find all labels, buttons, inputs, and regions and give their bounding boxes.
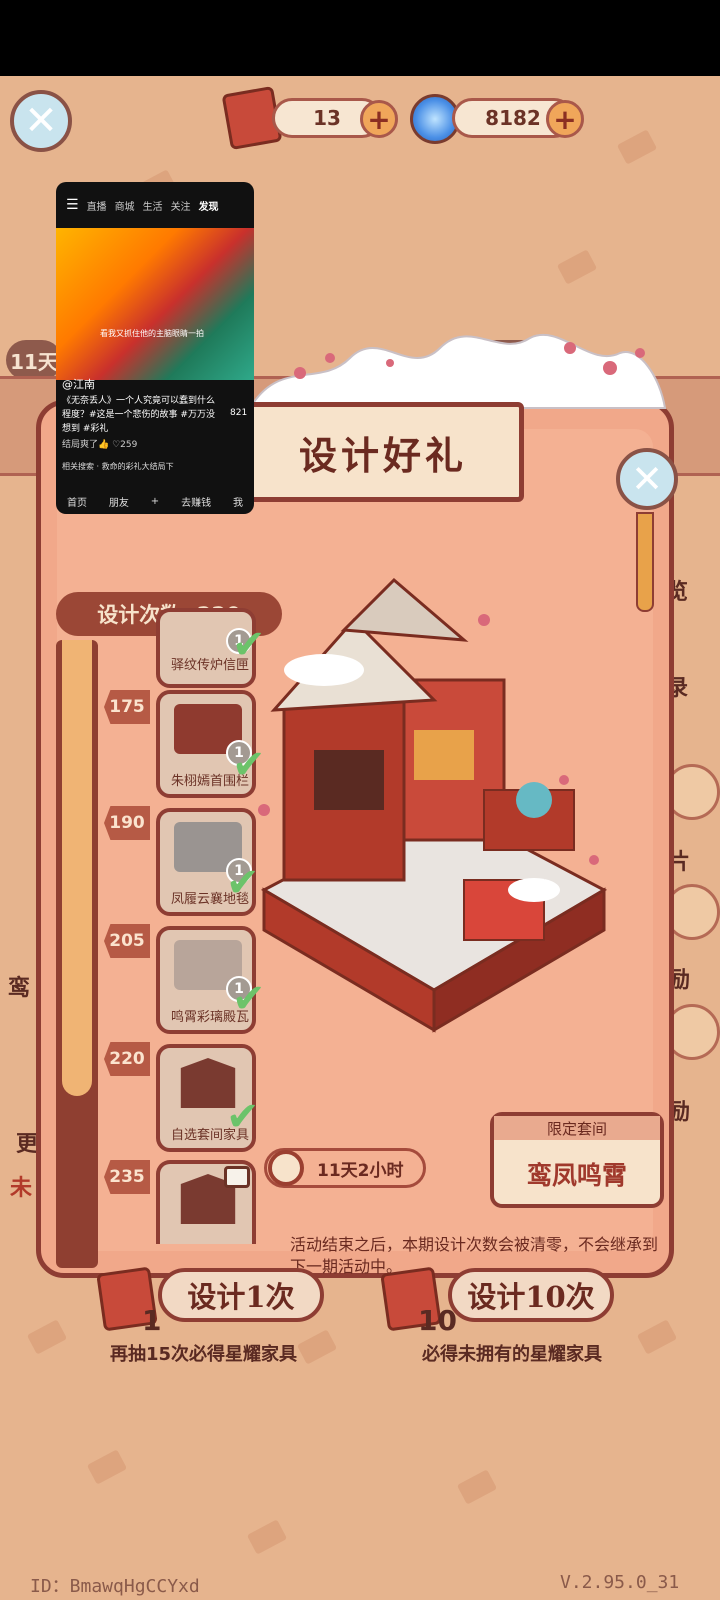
video-tab[interactable]: 商城 [115, 198, 135, 213]
close-icon: ✕ [24, 98, 58, 144]
draw-one-label: 设计1次 [187, 1280, 295, 1314]
video-player[interactable]: 看我又抓住他的主脑眼睛一拍 [56, 228, 254, 380]
bg-tab-left[interactable]: 11天 [6, 340, 62, 380]
video-subtitle: 看我又抓住他的主脑眼睛一拍 [100, 329, 204, 338]
bg-left-label-1: 鸾 [8, 976, 31, 1001]
step-threshold: 175 [104, 690, 150, 724]
draw-one-cost: 1 [142, 1304, 162, 1337]
add-tickets-button[interactable]: + [360, 100, 398, 138]
draw-ten-button[interactable]: 设计10次 [448, 1268, 614, 1322]
video-tab-active[interactable]: 发现 [199, 198, 219, 213]
video-nav-tabs: ☰ 直播 商城 生活 关注 发现 [56, 182, 254, 228]
dialog-title: 设计好礼 [298, 432, 467, 478]
video-author[interactable]: @江南 [62, 378, 95, 392]
step-threshold: 205 [104, 924, 150, 958]
video-description: 《无奈丢人》一个人究竟可以蠢到什么程度？#这是一个悲伤的故事 #万万没想到 #彩… [62, 396, 216, 434]
video-reaction: 结局爽了👍 ♡259 [62, 438, 137, 452]
progress-track [56, 640, 98, 1268]
dialog-title-plate: 设计好礼 [242, 402, 524, 502]
video-nav-me[interactable]: 我 [233, 494, 243, 509]
close-icon: ✕ [631, 457, 663, 501]
clock-icon [268, 1150, 304, 1186]
exit-button[interactable]: ✕ [10, 90, 72, 152]
player-id: ID：BmawqHgCCYxd [30, 1576, 200, 1597]
bg-left-label-2: 更 [16, 1132, 39, 1157]
draw-one-caption: 再抽15次必得星耀家具 [110, 1344, 298, 1365]
step-threshold: 220 [104, 1042, 150, 1076]
plus-icon: + [553, 102, 577, 136]
app-version: V.2.95.0_31 [560, 1572, 680, 1593]
dialog-close-button[interactable]: ✕ [616, 448, 678, 510]
video-nav-earn[interactable]: 去赚钱 [181, 494, 211, 509]
draw-one-button[interactable]: 设计1次 [158, 1268, 324, 1322]
plus-icon: + [367, 102, 391, 136]
video-tab[interactable]: 生活 [143, 198, 163, 213]
draw-ten-label: 设计10次 [467, 1280, 595, 1314]
limited-suite-name: 鸾凤鸣霄 [526, 1161, 627, 1190]
floating-video-window[interactable]: ☰ 直播 商城 生活 关注 发现 看我又抓住他的主脑眼睛一拍 @江南 《无奈丢人… [56, 182, 254, 514]
heart-icon: ♡ [112, 440, 121, 450]
video-tab[interactable]: 关注 [171, 198, 191, 213]
video-nav-friends[interactable]: 朋友 [109, 494, 129, 509]
limited-suite-tag[interactable]: 限定套间 鸾凤鸣霄 [490, 1112, 664, 1208]
step-threshold: 190 [104, 806, 150, 840]
timer-text: 11天2小时 [317, 1160, 404, 1181]
furniture-suite-illustration [258, 577, 608, 1033]
video-nav-add[interactable]: + [151, 496, 159, 507]
lock-icon [224, 1166, 250, 1188]
draw-ten-caption: 必得未拥有的星耀家具 [422, 1344, 602, 1365]
video-tab[interactable]: 直播 [87, 198, 107, 213]
bg-left-label-3: 未 [10, 1176, 33, 1201]
claimed-check-icon: ✔ [226, 1094, 260, 1140]
add-gems-button[interactable]: + [546, 100, 584, 138]
step-threshold: 235 [104, 1160, 150, 1194]
video-likes: 821 [230, 408, 248, 418]
reaction-text: 结局爽了👍 [62, 440, 110, 450]
related-search[interactable]: 相关搜索 · 救命的彩礼大结局下 [62, 460, 174, 474]
tassel-decoration [636, 512, 654, 612]
status-bar [0, 0, 720, 76]
menu-icon[interactable]: ☰ [66, 197, 79, 213]
progress-fill [62, 640, 92, 1096]
video-bottom-nav: 首页 朋友 + 去赚钱 我 [56, 488, 254, 514]
video-nav-home[interactable]: 首页 [67, 494, 87, 509]
limited-suite-heading: 限定套间 [494, 1116, 660, 1140]
heart-count: 259 [120, 440, 138, 450]
